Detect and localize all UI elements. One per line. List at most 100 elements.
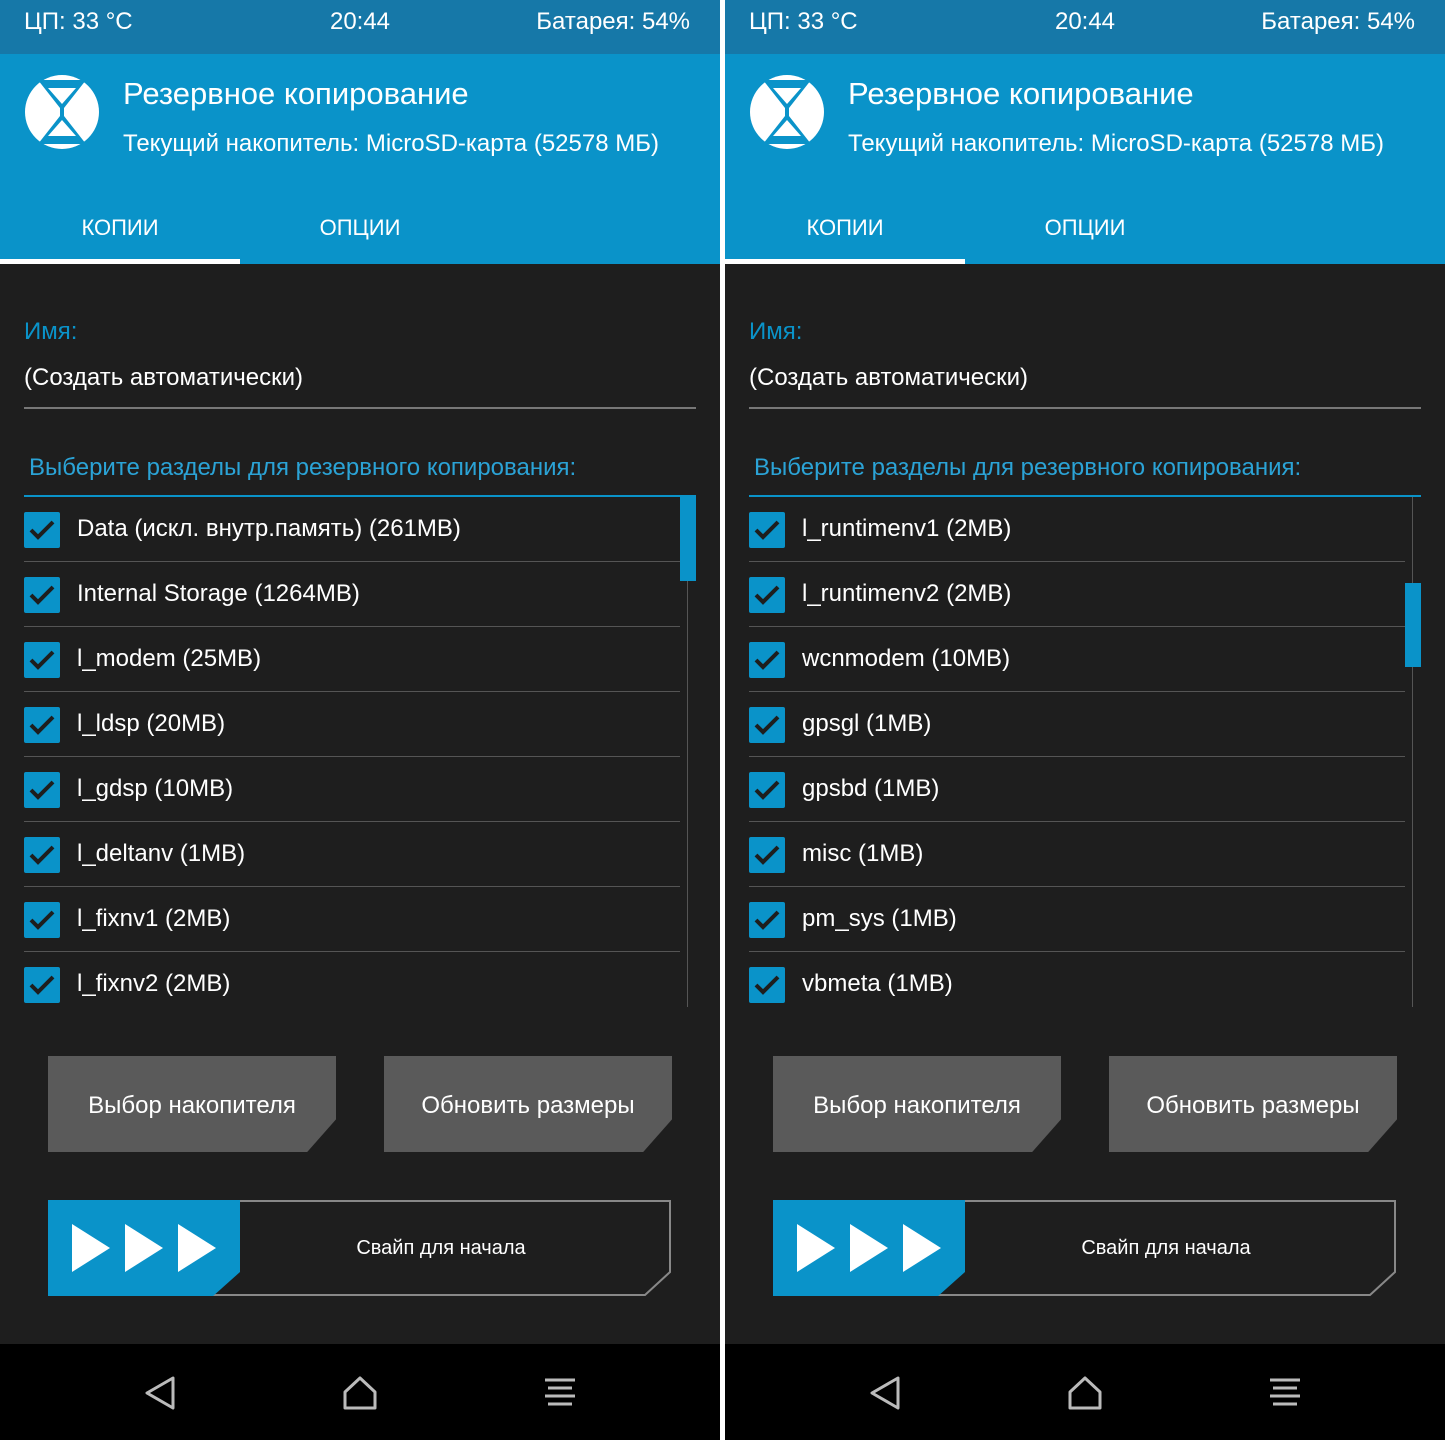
play-arrow-icon xyxy=(850,1224,888,1272)
back-icon[interactable] xyxy=(135,1368,185,1418)
scrollbar-thumb[interactable] xyxy=(680,497,696,581)
partition-label: Data (искл. внутр.память) (261MB) xyxy=(77,515,461,542)
tab-options[interactable]: опции xyxy=(240,202,480,264)
partition-label: misc (1MB) xyxy=(802,840,924,867)
checkbox-checked-icon[interactable] xyxy=(24,837,60,873)
current-storage: Текущий накопитель: MicroSD-карта (52578… xyxy=(848,130,1384,157)
menu-icon[interactable] xyxy=(1260,1368,1310,1418)
navigation-bar xyxy=(725,1344,1445,1440)
list-item[interactable]: l_modem (25MB) xyxy=(24,627,696,692)
checkbox-checked-icon[interactable] xyxy=(749,902,785,938)
partition-list[interactable]: l_runtimenv1 (2MB) l_runtimenv2 (2MB) wc… xyxy=(749,497,1421,1007)
select-storage-button[interactable]: Выбор накопителя xyxy=(48,1056,336,1152)
list-item[interactable]: l_runtimenv2 (2MB) xyxy=(749,562,1421,627)
scrollbar-track xyxy=(1412,497,1413,1007)
tab-active-indicator xyxy=(0,259,240,264)
home-icon[interactable] xyxy=(1060,1368,1110,1418)
list-item[interactable]: l_ldsp (20MB) xyxy=(24,692,696,757)
tab-backups[interactable]: копии xyxy=(725,202,965,264)
list-item[interactable]: Data (искл. внутр.память) (261MB) xyxy=(24,497,696,562)
partition-label: l_fixnv2 (2MB) xyxy=(77,970,231,997)
header: Резервное копирование Текущий накопитель… xyxy=(0,54,720,264)
checkbox-checked-icon[interactable] xyxy=(749,707,785,743)
checkbox-checked-icon[interactable] xyxy=(24,902,60,938)
list-item[interactable]: vbmeta (1MB) xyxy=(749,952,1421,1007)
current-storage: Текущий накопитель: MicroSD-карта (52578… xyxy=(123,130,659,157)
checkbox-checked-icon[interactable] xyxy=(24,577,60,613)
partition-label: vbmeta (1MB) xyxy=(802,970,953,997)
list-item[interactable]: l_fixnv2 (2MB) xyxy=(24,952,696,1007)
swipe-to-start-slider[interactable]: Свайп для начала xyxy=(773,1200,1397,1296)
battery-level: Батарея: 54% xyxy=(1261,8,1415,35)
partitions-label: Выберите разделы для резервного копирова… xyxy=(754,454,1302,481)
back-icon[interactable] xyxy=(860,1368,910,1418)
list-item[interactable]: l_deltanv (1MB) xyxy=(24,822,696,887)
backup-name-input[interactable]: (Создать автоматически) xyxy=(24,364,303,392)
play-arrow-icon xyxy=(903,1224,941,1272)
partition-label: l_runtimenv2 (2MB) xyxy=(802,580,1012,607)
play-arrow-icon xyxy=(125,1224,163,1272)
screen-right: ЦП: 33 °C 20:44 Батарея: 54% Резервное к… xyxy=(725,0,1445,1440)
list-item[interactable]: misc (1MB) xyxy=(749,822,1421,887)
checkbox-checked-icon[interactable] xyxy=(24,707,60,743)
list-item[interactable]: gpsbd (1MB) xyxy=(749,757,1421,822)
partition-label: pm_sys (1MB) xyxy=(802,905,957,932)
status-bar: ЦП: 33 °C 20:44 Батарея: 54% xyxy=(0,0,720,54)
checkbox-checked-icon[interactable] xyxy=(749,642,785,678)
play-arrow-icon xyxy=(178,1224,216,1272)
checkbox-checked-icon[interactable] xyxy=(24,642,60,678)
checkbox-checked-icon[interactable] xyxy=(749,837,785,873)
play-arrow-icon xyxy=(797,1224,835,1272)
tab-label: копии xyxy=(806,215,884,240)
partition-label: l_gdsp (10MB) xyxy=(77,775,234,802)
checkbox-checked-icon[interactable] xyxy=(24,772,60,808)
backup-name-input[interactable]: (Создать автоматически) xyxy=(749,364,1028,392)
checkbox-checked-icon[interactable] xyxy=(24,967,60,1003)
partition-list[interactable]: Data (искл. внутр.память) (261MB) Intern… xyxy=(24,497,696,1007)
menu-icon[interactable] xyxy=(535,1368,585,1418)
refresh-sizes-button[interactable]: Обновить размеры xyxy=(384,1056,672,1152)
list-item[interactable]: gpsgl (1MB) xyxy=(749,692,1421,757)
status-bar: ЦП: 33 °C 20:44 Батарея: 54% xyxy=(725,0,1445,54)
scrollbar-thumb[interactable] xyxy=(1405,583,1421,667)
battery-level: Батарея: 54% xyxy=(536,8,690,35)
tab-active-indicator xyxy=(725,259,965,264)
checkbox-checked-icon[interactable] xyxy=(749,512,785,548)
list-item[interactable]: l_gdsp (10MB) xyxy=(24,757,696,822)
refresh-sizes-button[interactable]: Обновить размеры xyxy=(1109,1056,1397,1152)
page-title: Резервное копирование xyxy=(123,76,469,111)
twrp-logo-icon xyxy=(750,75,824,149)
swipe-handle[interactable] xyxy=(773,1200,965,1296)
swipe-label: Свайп для начала xyxy=(356,1237,526,1259)
checkbox-checked-icon[interactable] xyxy=(749,772,785,808)
list-item[interactable]: l_runtimenv1 (2MB) xyxy=(749,497,1421,562)
tab-options[interactable]: опции xyxy=(965,202,1205,264)
partition-label: l_runtimenv1 (2MB) xyxy=(802,515,1012,542)
list-item[interactable]: l_fixnv1 (2MB) xyxy=(24,887,696,952)
tab-label: копии xyxy=(81,215,159,240)
list-item[interactable]: pm_sys (1MB) xyxy=(749,887,1421,952)
checkbox-checked-icon[interactable] xyxy=(749,967,785,1003)
navigation-bar xyxy=(0,1344,720,1440)
twrp-logo-icon xyxy=(25,75,99,149)
partition-label: Internal Storage (1264MB) xyxy=(77,580,360,607)
partition-label: l_fixnv1 (2MB) xyxy=(77,905,231,932)
page-title: Резервное копирование xyxy=(848,76,1194,111)
partition-label: l_deltanv (1MB) xyxy=(77,840,246,867)
screen-left: ЦП: 33 °C 20:44 Батарея: 54% Резервное к… xyxy=(0,0,720,1440)
list-item[interactable]: Internal Storage (1264MB) xyxy=(24,562,696,627)
select-storage-button[interactable]: Выбор накопителя xyxy=(773,1056,1061,1152)
swipe-to-start-slider[interactable]: Свайп для начала xyxy=(48,1200,672,1296)
partition-label: l_ldsp (20MB) xyxy=(77,710,226,737)
checkbox-checked-icon[interactable] xyxy=(24,512,60,548)
tab-backups[interactable]: копии xyxy=(0,202,240,264)
partition-label: gpsbd (1MB) xyxy=(802,775,940,802)
swipe-handle[interactable] xyxy=(48,1200,240,1296)
partition-label: wcnmodem (10MB) xyxy=(802,645,1011,672)
home-icon[interactable] xyxy=(335,1368,385,1418)
checkbox-checked-icon[interactable] xyxy=(749,577,785,613)
list-item[interactable]: wcnmodem (10MB) xyxy=(749,627,1421,692)
partition-label: l_modem (25MB) xyxy=(77,645,262,672)
name-label: Имя: xyxy=(749,318,803,345)
header: Резервное копирование Текущий накопитель… xyxy=(725,54,1445,264)
